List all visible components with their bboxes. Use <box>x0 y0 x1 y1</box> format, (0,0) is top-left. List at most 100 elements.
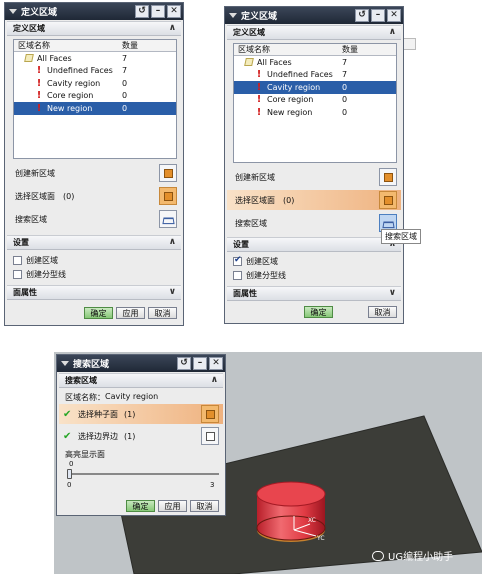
section-define-region[interactable]: 定义区域 ∧ <box>227 25 401 40</box>
apply-button[interactable]: 应用 <box>116 307 145 319</box>
section-face-props[interactable]: 面属性 ∨ <box>227 286 401 301</box>
highlight-slider-thumb[interactable] <box>67 469 72 479</box>
slider-max-label: 3 <box>210 481 215 489</box>
create-parting-checkbox-row[interactable]: 创建分型线 <box>233 269 286 281</box>
list-item[interactable]: All Faces 7 <box>234 56 396 69</box>
col-header-count[interactable]: 数量 <box>338 44 396 55</box>
select-seed-button[interactable] <box>201 405 219 423</box>
list-item-name: ! New region <box>14 103 118 114</box>
create-region-checkbox[interactable] <box>13 255 22 265</box>
create-region-button[interactable] <box>379 168 397 186</box>
apply-button[interactable]: 应用 <box>158 500 187 512</box>
create-parting-checkbox[interactable] <box>233 270 242 280</box>
list-header: 区域名称 数量 <box>234 44 396 56</box>
create-region-button[interactable] <box>159 164 177 182</box>
cancel-button[interactable]: 取消 <box>190 500 219 512</box>
search-region-button[interactable] <box>159 210 177 228</box>
select-seed-face-row[interactable]: ✔ 选择种子面 (1) <box>59 404 223 424</box>
col-header-count[interactable]: 数量 <box>118 40 176 51</box>
section-define-region[interactable]: 定义区域 ∧ <box>7 21 181 36</box>
list-item[interactable]: ! Undefined Faces 7 <box>234 69 396 82</box>
slider-current-value: 0 <box>69 460 74 468</box>
dialog-titlebar[interactable]: 搜索区域 ↺ – ✕ <box>57 355 225 372</box>
reset-icon[interactable]: ↺ <box>355 9 369 22</box>
select-seed-count: (1) <box>124 409 136 419</box>
dropdown-arrow-icon[interactable] <box>9 9 17 14</box>
create-parting-checkbox-row[interactable]: 创建分型线 <box>13 268 66 280</box>
chevron-up-icon[interactable]: ∧ <box>211 375 218 385</box>
create-region-checkbox-row[interactable]: 创建区域 <box>13 254 58 266</box>
section-face-props[interactable]: 面属性 ∨ <box>7 285 181 300</box>
ok-button[interactable]: 确定 <box>304 306 333 318</box>
list-item[interactable]: ! Core region 0 <box>234 94 396 107</box>
list-item[interactable]: ! Cavity region 0 <box>234 81 396 94</box>
select-boundary-button[interactable] <box>201 427 219 445</box>
list-header: 区域名称 数量 <box>14 40 176 52</box>
section-search-region[interactable]: 搜索区域 ∧ <box>59 373 223 388</box>
list-item[interactable]: ! Core region 0 <box>14 90 176 103</box>
dialog-buttons: 确定 应用 取消 <box>84 307 177 319</box>
create-region-checkbox-row[interactable]: 创建区域 <box>233 255 278 267</box>
dialog-title: 定义区域 <box>21 8 58 18</box>
highlight-faces-label: 高亮显示面 <box>65 450 105 459</box>
list-item-count: 7 <box>122 66 128 76</box>
create-parting-checkbox[interactable] <box>13 269 22 279</box>
list-item-name: ! Cavity region <box>14 78 118 89</box>
col-header-name[interactable]: 区域名称 <box>14 40 118 51</box>
list-item[interactable]: ! New region 0 <box>234 106 396 119</box>
select-boundary-label: 选择边界边 <box>78 431 118 441</box>
list-item[interactable]: ! Cavity region 0 <box>14 77 176 90</box>
region-name-value: Cavity region <box>105 392 159 401</box>
list-item-label: Undefined Faces <box>267 70 333 80</box>
cancel-button[interactable]: 取消 <box>148 307 177 319</box>
close-icon[interactable]: ✕ <box>387 9 401 22</box>
ok-button[interactable]: 确定 <box>126 500 155 512</box>
define-region-dialog-1: 定义区域 ↺ – ✕ 定义区域 ∧ 区域名称 数量 All Faces 7! Und… <box>4 2 184 326</box>
dropdown-arrow-icon[interactable] <box>61 361 69 366</box>
list-item[interactable]: All Faces 7 <box>14 52 176 65</box>
ok-button[interactable]: 确定 <box>84 307 113 319</box>
reset-icon[interactable]: ↺ <box>135 5 149 18</box>
minimize-icon[interactable]: – <box>151 5 165 18</box>
chevron-up-icon[interactable]: ∧ <box>389 27 396 37</box>
chevron-down-icon[interactable]: ∨ <box>169 287 176 297</box>
section-settings[interactable]: 设置 ∧ <box>227 237 401 252</box>
dialog-titlebar[interactable]: 定义区域 ↺ – ✕ <box>225 7 403 24</box>
minimize-icon[interactable]: – <box>371 9 385 22</box>
select-faces-label: 选择区域面 <box>235 195 275 205</box>
select-faces-button[interactable] <box>379 191 397 209</box>
chevron-down-icon[interactable]: ∨ <box>389 288 396 298</box>
exclamation-icon: ! <box>256 94 262 106</box>
chevron-up-icon[interactable]: ∧ <box>169 23 176 33</box>
search-region-label: 搜索区域 <box>235 218 267 228</box>
select-faces-row[interactable]: 选择区域面 (0) <box>7 186 181 206</box>
dialog-titlebar[interactable]: 定义区域 ↺ – ✕ <box>5 3 183 20</box>
cancel-button[interactable]: 取消 <box>368 306 397 318</box>
checkbox-label: 创建分型线 <box>26 269 66 279</box>
chevron-up-icon[interactable]: ∧ <box>169 237 176 247</box>
create-region-checkbox[interactable] <box>233 255 242 266</box>
section-title: 面属性 <box>233 289 257 298</box>
select-faces-row[interactable]: 选择区域面 (0) <box>227 190 401 210</box>
reset-icon[interactable]: ↺ <box>177 357 191 370</box>
axis-yc-label: YC <box>316 535 325 542</box>
list-item[interactable]: ! New region 0 <box>14 102 176 115</box>
section-settings[interactable]: 设置 ∧ <box>7 235 181 250</box>
select-boundary-row[interactable]: ✔ 选择边界边 (1) <box>59 426 223 446</box>
list-item-name: ! Core region <box>14 90 118 101</box>
search-region-label: 搜索区域 <box>15 214 47 224</box>
list-item-count: 7 <box>342 57 348 67</box>
section-title: 设置 <box>13 238 29 247</box>
exclamation-icon: ! <box>256 69 262 81</box>
exclamation-icon: ! <box>36 65 42 77</box>
close-icon[interactable]: ✕ <box>167 5 181 18</box>
highlight-slider-track[interactable] <box>69 473 219 475</box>
col-header-name[interactable]: 区域名称 <box>234 44 338 55</box>
list-item-label: Undefined Faces <box>47 66 113 76</box>
minimize-icon[interactable]: – <box>193 357 207 370</box>
select-faces-button[interactable] <box>159 187 177 205</box>
list-item[interactable]: ! Undefined Faces 7 <box>14 65 176 78</box>
close-icon[interactable]: ✕ <box>209 357 223 370</box>
select-boundary-count: (1) <box>124 431 136 441</box>
dropdown-arrow-icon[interactable] <box>229 13 237 18</box>
